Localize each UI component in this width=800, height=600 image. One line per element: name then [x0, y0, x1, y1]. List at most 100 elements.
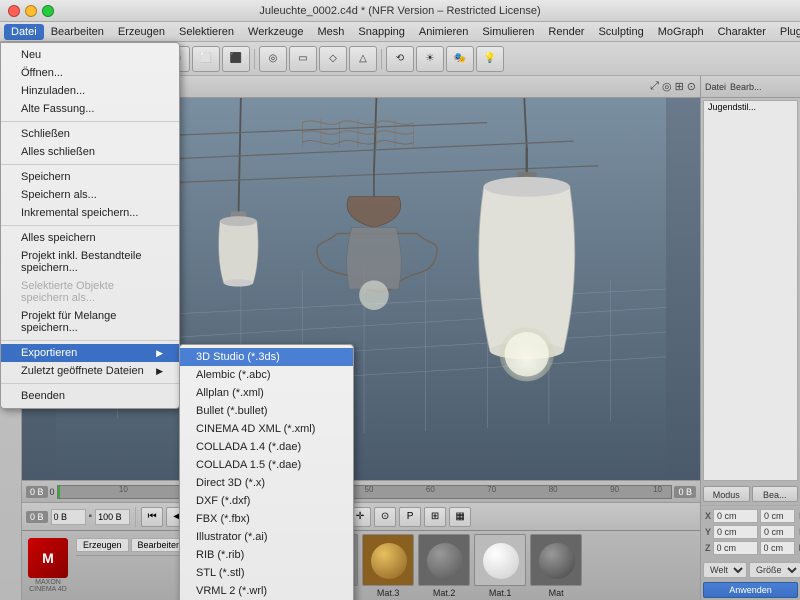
menu-render[interactable]: Render: [541, 24, 591, 40]
menu-bearbeiten[interactable]: Bearbeiten: [44, 24, 111, 40]
toolbar-misc3-btn[interactable]: 🎭: [446, 46, 474, 72]
menu-sculpting[interactable]: Sculpting: [591, 24, 650, 40]
mode-modus-btn[interactable]: Modus: [703, 486, 750, 502]
menu-exportieren[interactable]: Exportieren ▶: [1, 344, 179, 362]
timeline-track[interactable]: 10 20 30 40 50 60 70 80 90 10: [57, 485, 673, 499]
material-mat2[interactable]: Mat.2: [418, 534, 470, 598]
toolbar-misc4-btn[interactable]: 💡: [476, 46, 504, 72]
recent-arrow: ▶: [156, 366, 163, 377]
hierarchy-item-jugend[interactable]: Jugendstil...: [704, 101, 797, 113]
menu-alte-fassung[interactable]: Alte Fassung...: [1, 100, 179, 118]
menu-animieren[interactable]: Animieren: [412, 24, 476, 40]
menu-schliessen[interactable]: Schließen: [1, 125, 179, 143]
toolbar-obj1-btn[interactable]: ◎: [259, 46, 287, 72]
toolbar-obj3-btn[interactable]: ◇: [319, 46, 347, 72]
menu-oeffnen[interactable]: Öffnen...: [1, 64, 179, 82]
export-vrml2[interactable]: VRML 2 (*.wrl): [180, 582, 353, 600]
menu-neu[interactable]: Neu: [1, 46, 179, 64]
coord-z2-input[interactable]: [760, 541, 795, 555]
menu-selektierte-objekte[interactable]: Selektierte Objekte speichern als...: [1, 277, 179, 307]
world-select[interactable]: Welt: [703, 562, 747, 578]
frame-input2[interactable]: [95, 509, 130, 525]
export-collada15[interactable]: COLLADA 1.5 (*.dae): [180, 456, 353, 474]
timeline-0: 0: [50, 487, 55, 497]
menu-speichern[interactable]: Speichern: [1, 168, 179, 186]
export-stl[interactable]: STL (*.stl): [180, 564, 353, 582]
menu-datei[interactable]: Datei: [4, 24, 44, 40]
menu-charakter[interactable]: Charakter: [711, 24, 773, 40]
menu-speichern-als[interactable]: Speichern als...: [1, 186, 179, 204]
toolbar-obj4-btn[interactable]: △: [349, 46, 377, 72]
toolbar-render3-btn[interactable]: ⬜: [192, 46, 220, 72]
timeline-end-label: 0 B: [674, 486, 696, 498]
coord-y2-input[interactable]: [760, 525, 795, 539]
export-dxf[interactable]: DXF (*.dxf): [180, 492, 353, 510]
object-hierarchy: Jugendstil...: [703, 100, 798, 481]
export-illustrator[interactable]: Illustrator (*.ai): [180, 528, 353, 546]
export-3ds[interactable]: 3D Studio (*.3ds): [180, 348, 353, 366]
toolbar-sep4: [381, 49, 382, 69]
menu-hinzuladen[interactable]: Hinzuladen...: [1, 82, 179, 100]
window-title: Juleuchte_0002.c4d * (NFR Version – Rest…: [259, 5, 540, 17]
material-mat3[interactable]: Mat.3: [362, 534, 414, 598]
pb-start-btn[interactable]: ⏮: [141, 507, 163, 527]
export-collada14[interactable]: COLLADA 1.4 (*.dae): [180, 438, 353, 456]
menu-selektieren[interactable]: Selektieren: [172, 24, 241, 40]
mat-tab-erzeugen[interactable]: Erzeugen: [76, 538, 129, 552]
export-allplan[interactable]: Allplan (*.xml): [180, 384, 353, 402]
toolbar-obj2-btn[interactable]: ▭: [289, 46, 317, 72]
export-bullet[interactable]: Bullet (*.bullet): [180, 402, 353, 420]
menu-alles-speichern[interactable]: Alles speichern: [1, 229, 179, 247]
mode-panel: Modus Bea...: [701, 483, 800, 506]
export-rib[interactable]: RIB (*.rib): [180, 546, 353, 564]
coord-z-input[interactable]: [713, 541, 758, 555]
viewport-icon1[interactable]: ⤢: [650, 80, 659, 93]
pb-misc5-btn[interactable]: P: [399, 507, 421, 527]
export-alembic[interactable]: Alembic (*.abc): [180, 366, 353, 384]
maximize-button[interactable]: [42, 5, 54, 17]
menu-simulieren[interactable]: Simulieren: [475, 24, 541, 40]
toolbar-misc1-btn[interactable]: ⟲: [386, 46, 414, 72]
frame-input1[interactable]: [51, 509, 86, 525]
menu-projekt-bestandteile[interactable]: Projekt inkl. Bestandteile speichern...: [1, 247, 179, 277]
pb-misc4-btn[interactable]: ⊙: [374, 507, 396, 527]
menu-alles-schliessen[interactable]: Alles schließen: [1, 143, 179, 161]
toolbar-render4-btn[interactable]: ⬛: [222, 46, 250, 72]
material-mat1[interactable]: Mat.1: [474, 534, 526, 598]
export-c4dxml[interactable]: CINEMA 4D XML (*.xml): [180, 420, 353, 438]
coord-x2-input[interactable]: [760, 509, 795, 523]
apply-button[interactable]: Anwenden: [703, 582, 798, 598]
menu-beenden[interactable]: Beenden: [1, 387, 179, 405]
pb-misc6-btn[interactable]: ⊞: [424, 507, 446, 527]
timeline: 0 B 0 10 20 30 40 50 60 70 80 90 10 0 B: [22, 480, 700, 502]
close-button[interactable]: [8, 5, 20, 17]
viewport-icon3[interactable]: ⊞: [675, 80, 684, 93]
minimize-button[interactable]: [25, 5, 37, 17]
menu-mesh[interactable]: Mesh: [310, 24, 351, 40]
export-direct3d[interactable]: Direct 3D (*.x): [180, 474, 353, 492]
menu-zuletzt[interactable]: Zuletzt geöffnete Dateien ▶: [1, 362, 179, 380]
material-mat[interactable]: Mat: [530, 534, 582, 598]
right-tab-datei[interactable]: Datei: [705, 82, 726, 92]
menu-snapping[interactable]: Snapping: [351, 24, 412, 40]
frame-start: 0 B: [26, 511, 48, 523]
menu-werkzeuge[interactable]: Werkzeuge: [241, 24, 310, 40]
toolbar-misc2-btn[interactable]: ☀: [416, 46, 444, 72]
menu-plugins[interactable]: Plug-ins: [773, 24, 800, 40]
pb-misc7-btn[interactable]: ▦: [449, 507, 471, 527]
menu-mograph[interactable]: MoGraph: [651, 24, 711, 40]
right-tab-bearb[interactable]: Bearb...: [730, 82, 762, 92]
size-select[interactable]: Größe: [749, 562, 800, 578]
mode-bea-btn[interactable]: Bea...: [752, 486, 799, 502]
export-fbx[interactable]: FBX (*.fbx): [180, 510, 353, 528]
menu-inkremental[interactable]: Inkremental speichern...: [1, 204, 179, 222]
coord-x-row: X H: [705, 509, 796, 523]
menu-erzeugen[interactable]: Erzeugen: [111, 24, 172, 40]
title-bar: Juleuchte_0002.c4d * (NFR Version – Rest…: [0, 0, 800, 22]
menu-projekt-melange[interactable]: Projekt für Melange speichern...: [1, 307, 179, 337]
coord-y-input[interactable]: [713, 525, 758, 539]
coord-x-input[interactable]: [713, 509, 758, 523]
viewport-icon2[interactable]: ◎: [662, 80, 672, 93]
viewport-icon4[interactable]: ⊙: [687, 80, 696, 93]
material-bar: M MAXON CINEMA 4D Erzeugen Bearbeiten Fu…: [22, 530, 700, 600]
